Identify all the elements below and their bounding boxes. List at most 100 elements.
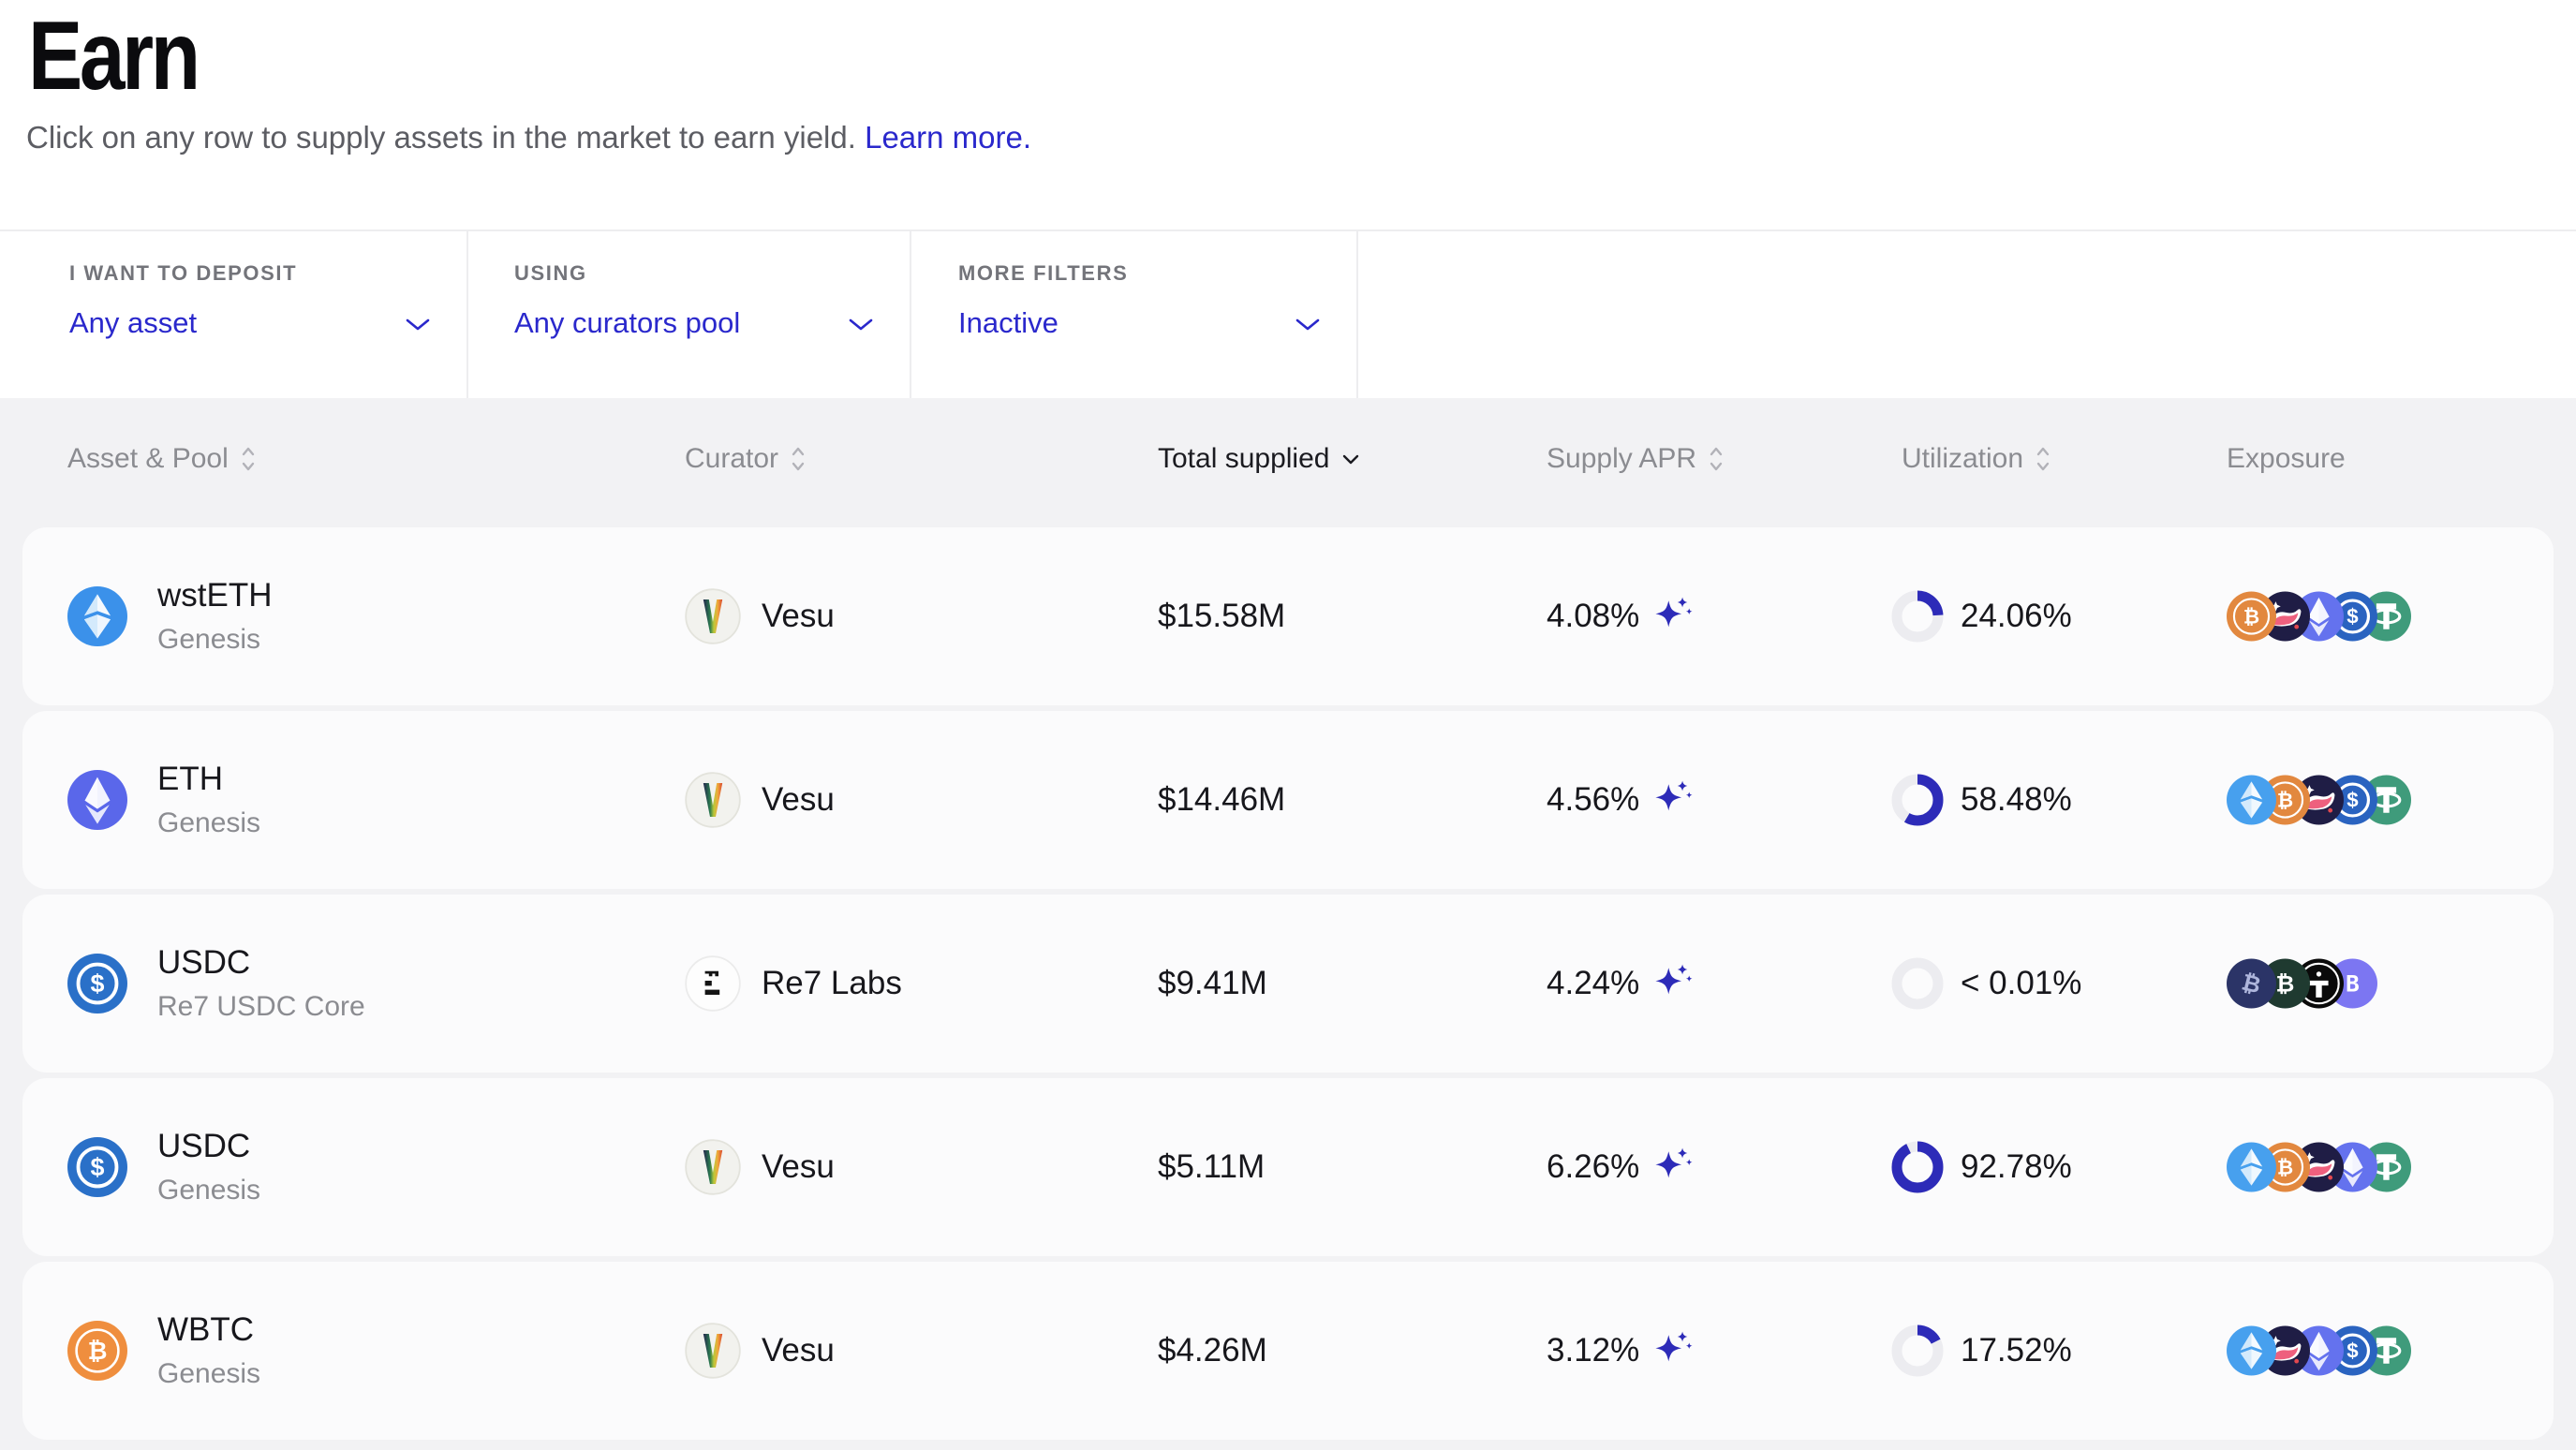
table-row[interactable]: $ USDC Genesis Vesu $5.11M 6.26% 92.78% — [22, 1078, 2554, 1256]
column-header-exposure: Exposure — [2227, 443, 2346, 475]
filter-deposit-dropdown[interactable]: Any asset — [69, 306, 197, 340]
filter-curator-dropdown[interactable]: Any curators pool — [514, 306, 740, 340]
table-row[interactable]: wstETH Genesis Vesu $15.58M 4.08% 24.06%… — [22, 527, 2554, 705]
usdc-icon: $ — [67, 954, 127, 1014]
learn-more-link[interactable]: Learn more. — [865, 120, 1031, 155]
supply-apr-cell: 4.24% — [1547, 965, 1694, 1002]
asset-symbol: USDC — [157, 1128, 260, 1165]
chevron-down-icon[interactable] — [405, 318, 431, 333]
asset-pool-cell: WBTC Genesis — [157, 1311, 260, 1390]
exposure-icons: ₿ — [2227, 1143, 2411, 1192]
total-supplied-value: $5.11M — [1158, 1148, 1265, 1186]
svg-text:$: $ — [2347, 604, 2359, 628]
asset-symbol: ETH — [157, 761, 260, 798]
utilization-value: 58.48% — [1961, 781, 2072, 819]
svg-text:₿: ₿ — [2277, 790, 2293, 811]
sparkle-icon — [1654, 1145, 1694, 1184]
column-header-utilization[interactable]: Utilization — [1902, 443, 2051, 475]
utilization-cell: 92.78% — [1889, 1139, 2072, 1195]
curator-name: Vesu — [762, 598, 835, 635]
sparkle-icon — [1654, 777, 1694, 817]
table-row[interactable]: $ USDC Re7 USDC Core Re7 Labs $9.41M 4.2… — [22, 895, 2554, 1073]
utilization-donut — [1889, 955, 1946, 1012]
exposure-icons: ₿$ — [2227, 776, 2411, 825]
curator-cell: Vesu — [685, 1139, 835, 1195]
filter-deposit-label: I WANT TO DEPOSIT — [69, 261, 297, 286]
wsteth-icon — [67, 586, 127, 646]
exposure-icons: $ — [2227, 1326, 2411, 1376]
utilization-donut — [1889, 772, 1946, 828]
table-body: wstETH Genesis Vesu $15.58M 4.08% 24.06%… — [0, 527, 2576, 1440]
column-label: Exposure — [2227, 443, 2346, 475]
svg-text:₿: ₿ — [2276, 971, 2295, 997]
chevron-down-icon[interactable] — [1295, 318, 1321, 333]
pool-name: Genesis — [157, 1358, 260, 1390]
page-subtitle: Click on any row to supply assets in the… — [26, 120, 1031, 155]
total-supplied-value: $15.58M — [1158, 598, 1285, 635]
pool-name: Re7 USDC Core — [157, 991, 365, 1023]
pool-name: Genesis — [157, 1175, 260, 1206]
exposure-icons: ₿₿ B — [2227, 959, 2377, 1009]
filter-curator-label: USING — [514, 261, 587, 286]
supply-apr-cell: 6.26% — [1547, 1148, 1694, 1186]
asset-pool-cell: USDC Genesis — [157, 1128, 260, 1206]
column-header-total-supplied[interactable]: Total supplied — [1158, 443, 1361, 475]
asset-pool-cell: ETH Genesis — [157, 761, 260, 839]
sparkle-icon — [1654, 594, 1694, 633]
markets-table: Asset & Pool Curator Total supplied Supp… — [0, 398, 2576, 1450]
column-header-asset-pool[interactable]: Asset & Pool — [67, 443, 257, 475]
wbtc-icon: ₿ — [67, 1321, 127, 1381]
asset-pool-cell: USDC Re7 USDC Core — [157, 944, 365, 1023]
supply-apr-value: 4.08% — [1547, 598, 1639, 635]
supply-apr-value: 4.24% — [1547, 965, 1639, 1002]
supply-apr-value: 4.56% — [1547, 781, 1639, 819]
filter-more-label: MORE FILTERS — [958, 261, 1128, 286]
wsteth-icon — [2227, 1326, 2276, 1376]
pool-name: Genesis — [157, 807, 260, 839]
table-row[interactable]: ETH Genesis Vesu $14.46M 4.56% 58.48% ₿$ — [22, 711, 2554, 889]
sparkle-icon — [1654, 1328, 1694, 1368]
solvbtc-icon: ₿ — [2227, 959, 2276, 1009]
utilization-cell: 58.48% — [1889, 772, 2072, 828]
sparkle-icon — [1654, 961, 1694, 1000]
filter-bar: I WANT TO DEPOSIT Any asset USING Any cu… — [0, 229, 2576, 400]
curator-cell: Vesu — [685, 588, 835, 644]
svg-text:B: B — [2346, 969, 2360, 997]
utilization-cell: 24.06% — [1889, 588, 2072, 644]
subtitle-text: Click on any row to supply assets in the… — [26, 120, 856, 155]
total-supplied-value: $14.46M — [1158, 781, 1285, 819]
supply-apr-cell: 4.56% — [1547, 781, 1694, 819]
utilization-value: < 0.01% — [1961, 965, 2081, 1002]
svg-text:₿: ₿ — [2243, 606, 2259, 628]
utilization-donut — [1889, 1139, 1946, 1195]
svg-text:$: $ — [2347, 788, 2359, 811]
svg-text:$: $ — [2347, 1339, 2359, 1362]
column-label: Utilization — [1902, 443, 2023, 475]
chevron-down-icon[interactable] — [848, 318, 874, 333]
column-label: Asset & Pool — [67, 443, 229, 475]
vesu-logo-icon — [685, 772, 741, 828]
wbtc-icon: ₿ — [2227, 592, 2276, 642]
re7-labs-logo-icon — [685, 955, 741, 1012]
curator-name: Vesu — [762, 1332, 835, 1369]
supply-apr-cell: 3.12% — [1547, 1332, 1694, 1369]
filter-more-dropdown[interactable]: Inactive — [958, 306, 1059, 340]
svg-text:₿: ₿ — [2277, 1157, 2293, 1178]
sort-icon — [240, 445, 257, 473]
sort-desc-icon — [1340, 452, 1361, 466]
sort-icon — [1708, 445, 1725, 473]
earn-page: Earn Click on any row to supply assets i… — [0, 0, 2576, 1450]
column-header-supply-apr[interactable]: Supply APR — [1547, 443, 1725, 475]
utilization-donut — [1889, 1323, 1946, 1379]
filter-deposit: I WANT TO DEPOSIT Any asset — [0, 231, 468, 400]
vesu-logo-icon — [685, 1139, 741, 1195]
utilization-value: 17.52% — [1961, 1332, 2072, 1369]
page-title: Earn — [28, 7, 198, 105]
curator-cell: Re7 Labs — [685, 955, 902, 1012]
table-row[interactable]: ₿ WBTC Genesis Vesu $4.26M 3.12% 17.52% — [22, 1262, 2554, 1440]
pool-name: Genesis — [157, 624, 273, 656]
column-header-curator[interactable]: Curator — [685, 443, 807, 475]
filter-more: MORE FILTERS Inactive — [911, 231, 1358, 400]
curator-cell: Vesu — [685, 772, 835, 828]
exposure-icons: ₿$ — [2227, 592, 2411, 642]
